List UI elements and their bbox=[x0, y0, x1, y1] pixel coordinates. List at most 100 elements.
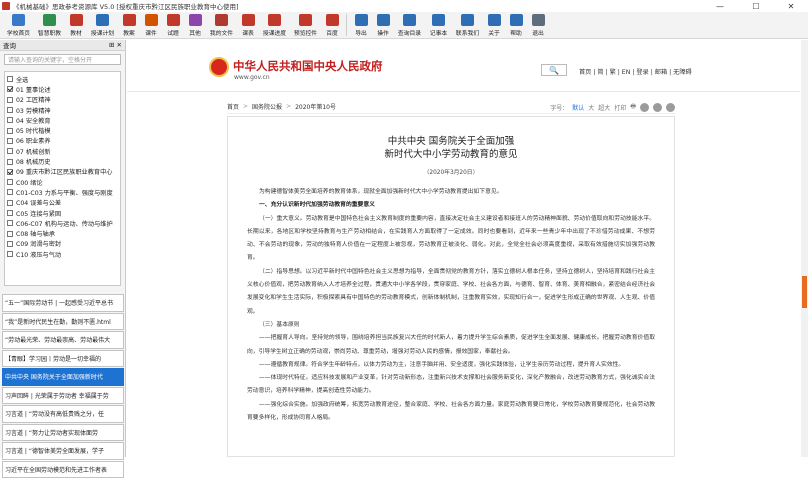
result-item[interactable]: “我”是新时代民生在勤，勤则不匮.html bbox=[2, 312, 124, 330]
category-label: 07 机械创新 bbox=[16, 148, 51, 156]
toolbar-button-query[interactable]: 查询目录 bbox=[394, 12, 425, 39]
font-size-default[interactable]: 默认 bbox=[572, 103, 584, 112]
pane-controls[interactable]: ⊞ ✕ bbox=[109, 41, 122, 49]
category-checkbox[interactable] bbox=[7, 230, 13, 237]
category-item[interactable]: C00 绪论 bbox=[7, 177, 118, 187]
wechat-icon[interactable] bbox=[653, 102, 662, 112]
category-item[interactable]: C08 轴与轴承 bbox=[7, 228, 118, 238]
toolbar-button-book[interactable]: 教材 bbox=[65, 12, 87, 39]
weibo-icon[interactable] bbox=[666, 102, 675, 112]
category-item[interactable]: 03 劳模精神 bbox=[7, 105, 118, 115]
category-checkbox[interactable] bbox=[7, 148, 13, 155]
toolbar-button-export[interactable]: 导出 bbox=[350, 12, 372, 39]
category-label: C09 润滑与密封 bbox=[16, 241, 62, 249]
crumb-home[interactable]: 首页 bbox=[227, 102, 239, 111]
font-size-big[interactable]: 大 bbox=[588, 103, 594, 112]
result-list: “五一”国际劳动节 | 一起感受习近平总书 “我”是新时代民生在勤，勤则不匮.ht… bbox=[2, 294, 124, 479]
category-checkbox[interactable] bbox=[7, 179, 13, 186]
result-item[interactable]: 中共中央 国务院关于全面加强新时代 bbox=[2, 368, 124, 386]
result-item[interactable]: 习言道 | “劳动没有高低贵贱之分，任 bbox=[2, 405, 124, 423]
exit-icon bbox=[531, 14, 545, 26]
toolbar-button-baidu[interactable]: 百度 bbox=[321, 12, 343, 39]
toolbar-button-progress[interactable]: 授课进度 bbox=[259, 12, 290, 39]
result-item[interactable]: “五一”国际劳动节 | 一起感受习近平总书 bbox=[2, 294, 124, 312]
crumb-issue[interactable]: 2020年第10号 bbox=[295, 102, 336, 111]
toolbar-button-quiz[interactable]: 试题 bbox=[162, 12, 184, 39]
toolbar-button-my-files[interactable]: 我的文件 bbox=[206, 12, 237, 39]
article-paragraph: ——强化综合实施。加强政府统筹，拓宽劳动教育途径，整合家庭、学校、社会各方面力量… bbox=[247, 401, 655, 422]
category-item[interactable]: C01-C03 力系与平衡、强度与刚度 bbox=[7, 187, 118, 197]
vertical-scrollbar[interactable] bbox=[801, 40, 808, 457]
category-item[interactable]: 01 董事论述 bbox=[7, 84, 118, 94]
result-item[interactable]: “劳动最光荣、劳动最崇高、劳动最伟大 bbox=[2, 331, 124, 349]
minimize-button[interactable]: — bbox=[706, 0, 734, 12]
category-item[interactable]: 全选 bbox=[7, 74, 118, 84]
article-paragraph: （二）指导思想。以习近平新时代中国特色社会主义思想为指导，全面贯彻党的教育方针，… bbox=[247, 268, 655, 315]
toolbar-button-home[interactable]: 学校首页 bbox=[3, 12, 34, 39]
toolbar-button-notepad[interactable]: 记事本 bbox=[425, 12, 452, 39]
toolbar-button-help[interactable]: 帮助 bbox=[505, 12, 527, 39]
category-item[interactable]: 09 重庆市黔江区民族职业教育中心 bbox=[7, 167, 118, 177]
printer-icon[interactable]: 🖶 bbox=[630, 102, 636, 112]
print-link[interactable]: 打印 bbox=[614, 103, 626, 112]
category-item[interactable]: 06 职业素养 bbox=[7, 136, 118, 146]
category-checkbox[interactable] bbox=[7, 127, 13, 134]
result-item[interactable]: 【青眼】学习园丨劳动是一切幸福的 bbox=[2, 349, 124, 367]
toolbar-button-network[interactable]: 智慧职教 bbox=[34, 12, 65, 39]
maximize-button[interactable]: ☐ bbox=[742, 0, 770, 12]
category-item[interactable]: 08 机械历史 bbox=[7, 156, 118, 166]
toolbar-button-folder[interactable]: 其他 bbox=[184, 12, 206, 39]
category-checkbox[interactable] bbox=[7, 240, 13, 247]
category-checkbox[interactable] bbox=[7, 96, 13, 103]
toolbar-button-timetable[interactable]: 课表 bbox=[237, 12, 259, 39]
scroll-marker[interactable] bbox=[802, 276, 807, 308]
toolbar-button-preview[interactable]: 预览控件 bbox=[290, 12, 321, 39]
close-button[interactable]: ✕ bbox=[777, 0, 805, 12]
category-item[interactable]: 07 机械创新 bbox=[7, 146, 118, 156]
category-checkbox[interactable] bbox=[7, 220, 13, 227]
category-item[interactable]: C10 液压与气动 bbox=[7, 249, 118, 259]
category-item[interactable]: 02 工匠精神 bbox=[7, 95, 118, 105]
category-checkbox[interactable] bbox=[7, 168, 13, 175]
toolbar-button-about[interactable]: 关于 bbox=[483, 12, 505, 39]
category-checkbox[interactable] bbox=[7, 117, 13, 124]
gov-top-links[interactable]: 首页 | 简 | 繁 | EN | 登录 | 邮箱 | 无障碍 bbox=[579, 67, 692, 76]
category-item[interactable]: C06-C07 机构与运动、传动与维护 bbox=[7, 218, 118, 228]
toolbar-button-operate[interactable]: 操作 bbox=[372, 12, 394, 39]
toolbar-button-exit[interactable]: 退出 bbox=[527, 12, 549, 39]
operate-icon bbox=[376, 14, 390, 26]
category-checkbox[interactable] bbox=[7, 137, 13, 144]
category-checkbox[interactable] bbox=[7, 210, 13, 216]
category-checkbox[interactable] bbox=[7, 158, 13, 165]
toolbar-button-document[interactable]: 教案 bbox=[118, 12, 140, 39]
category-item[interactable]: 04 安全教育 bbox=[7, 115, 118, 125]
category-item[interactable]: 05 时代楷模 bbox=[7, 125, 118, 135]
toolbar-button-label: 课件 bbox=[145, 31, 157, 37]
category-label: C00 绪论 bbox=[16, 179, 43, 187]
crumb-bulletin[interactable]: 国务院公报 bbox=[252, 102, 282, 111]
category-item[interactable]: C04 误差与公差 bbox=[7, 198, 118, 208]
category-checkbox[interactable] bbox=[7, 76, 13, 83]
article-paragraph: 为构建德智体美劳全面培养的教育体系，现就全面加强新时代大中小学劳动教育提出如下意… bbox=[259, 189, 503, 195]
toolbar-button-contact[interactable]: 联系我们 bbox=[452, 12, 483, 39]
share-icon[interactable] bbox=[640, 102, 649, 112]
toolbar-button-calendar[interactable]: 授课计划 bbox=[87, 12, 118, 39]
result-item[interactable]: 习近平在全国劳动模范和先进工作者表 bbox=[2, 460, 124, 478]
category-checkbox[interactable] bbox=[7, 189, 13, 196]
category-item[interactable]: C09 润滑与密封 bbox=[7, 239, 118, 249]
category-checkbox[interactable] bbox=[7, 86, 13, 93]
toolbar-button-label: 记事本 bbox=[429, 31, 448, 37]
font-size-bigger[interactable]: 超大 bbox=[598, 103, 610, 112]
toolbar-button-label: 教案 bbox=[123, 31, 135, 37]
category-checkbox[interactable] bbox=[7, 107, 13, 114]
search-icon[interactable]: 🔍 bbox=[541, 64, 567, 76]
category-checkbox[interactable] bbox=[7, 251, 13, 258]
toolbar-button-slides[interactable]: 课件 bbox=[140, 12, 162, 39]
search-input[interactable]: 请输入查询的关键字，空格分开 bbox=[4, 54, 121, 65]
my-files-icon bbox=[215, 14, 228, 26]
category-item[interactable]: C05 连接与紧固 bbox=[7, 208, 118, 218]
result-item[interactable]: 习言道 | “努力让劳动者实现体面劳 bbox=[2, 423, 124, 441]
category-checkbox[interactable] bbox=[7, 199, 13, 206]
result-item[interactable]: 习声回眸 | 光荣属于劳动者 幸福属于劳 bbox=[2, 386, 124, 404]
article-tools: 字号： 默认 大 超大 打印 🖶 bbox=[550, 102, 675, 112]
